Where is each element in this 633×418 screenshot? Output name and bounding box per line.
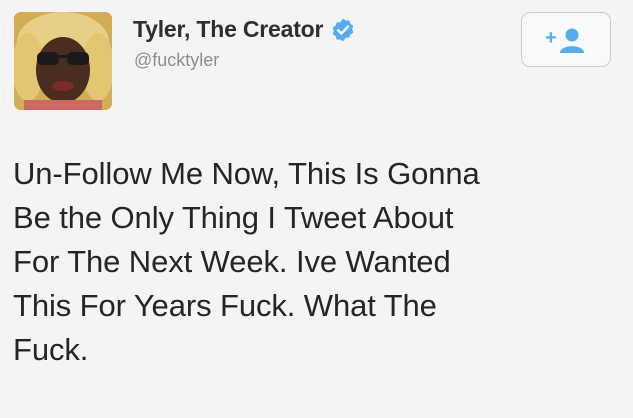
- name-row: Tyler, The Creator: [133, 16, 356, 43]
- tweet-line: Be the Only Thing I Tweet About: [13, 200, 454, 235]
- display-name[interactable]: Tyler, The Creator: [133, 16, 323, 43]
- tweet-line: Un-Follow Me Now, This Is Gonna: [13, 156, 480, 191]
- tweet-line: For The Next Week. Ive Wanted: [13, 244, 451, 279]
- tweet-text: Un-Follow Me Now, This Is Gonna Be the O…: [13, 152, 618, 372]
- tweet-line: Fuck.: [13, 332, 89, 367]
- user-handle[interactable]: @fucktyler: [134, 50, 219, 71]
- avatar-image: [14, 12, 112, 110]
- verified-badge-icon: [332, 18, 354, 41]
- avatar[interactable]: [14, 12, 112, 110]
- tweet-line: This For Years Fuck. What The: [13, 288, 437, 323]
- tweet-card: Tyler, The Creator @fucktyler + Un-Follo…: [0, 0, 633, 418]
- follow-add-user-icon: +: [545, 27, 584, 53]
- follow-button[interactable]: +: [521, 12, 611, 67]
- plus-glyph: +: [545, 27, 557, 49]
